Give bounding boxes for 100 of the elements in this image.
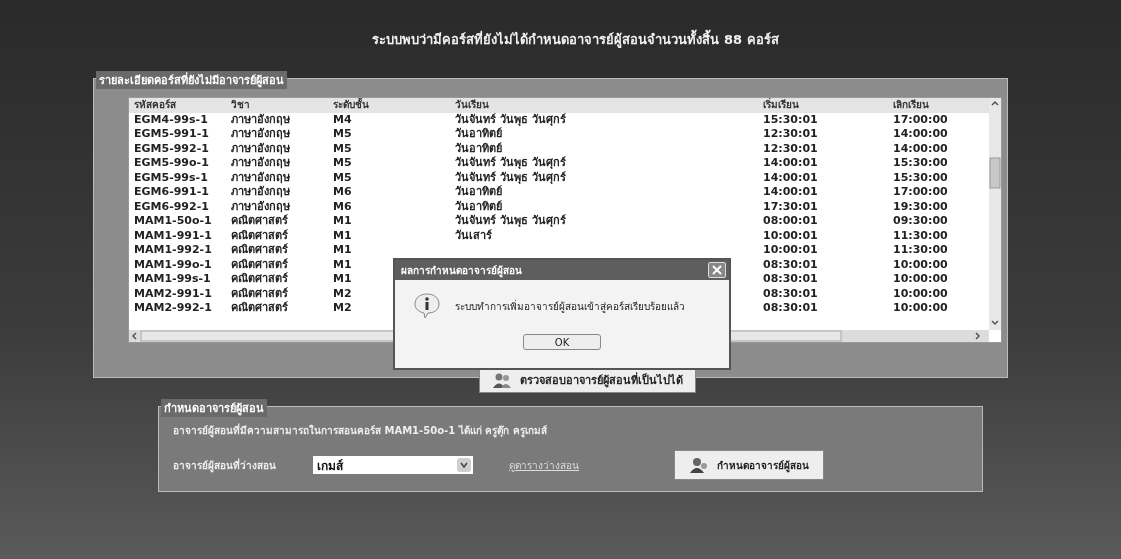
table-cell: MAM2-991-1: [134, 286, 212, 300]
table-cell: 08:30:01: [763, 286, 818, 300]
table-cell: 15:30:00: [893, 156, 948, 169]
table-cell: 17:30:01: [763, 199, 818, 213]
table-cell: MAM1-992-1: [134, 243, 212, 256]
table-cell: 14:00:01: [763, 185, 818, 198]
table-cell: MAM1-991-1: [134, 228, 212, 242]
table-cell: M1: [333, 243, 352, 256]
ok-button[interactable]: OK: [523, 334, 601, 350]
page-title: ระบบพบว่ามีคอร์สที่ยังไม่ได้กำหนดอาจารย์ผู้สอนจำนวนทั้งสิ้น 88 คอร์ส: [372, 28, 779, 50]
table-cell: M2: [333, 286, 352, 300]
people-icon: [689, 456, 709, 474]
table-cell: 17:00:00: [893, 112, 948, 126]
table-cell: คณิตศาสตร์: [231, 214, 288, 227]
table-cell: คณิตศาสตร์: [231, 243, 288, 256]
table-cell: EGM5-992-1: [134, 141, 209, 155]
table-cell: M5: [333, 127, 352, 140]
close-button[interactable]: [708, 262, 726, 278]
table-cell: EGM5-99o-1: [134, 156, 209, 169]
table-cell: 14:00:00: [893, 141, 948, 155]
table-cell: 10:00:00: [893, 286, 948, 300]
table-cell: ภาษาอังกฤษ: [231, 199, 290, 213]
table-cell: วันจันทร์ วันพุธ วันศุกร์: [455, 156, 566, 169]
table-cell: M5: [333, 170, 352, 184]
table-cell: ภาษาอังกฤษ: [231, 112, 290, 126]
table-cell: M1: [333, 272, 352, 285]
table-cell: ภาษาอังกฤษ: [231, 141, 290, 155]
table-cell: 19:30:00: [893, 199, 948, 213]
table-cell: คณิตศาสตร์: [231, 286, 288, 300]
table-cell: EGM6-992-1: [134, 199, 209, 213]
column-header[interactable]: เริ่มเรียน: [758, 98, 888, 113]
table-cell: วันอาทิตย์: [455, 141, 502, 155]
table-cell: 10:00:00: [893, 301, 948, 314]
table-cell: ภาษาอังกฤษ: [231, 156, 290, 169]
table-cell: 10:00:00: [893, 272, 948, 285]
table-cell: วันอาทิตย์: [455, 199, 502, 213]
table-cell: 15:30:01: [763, 112, 818, 126]
table-cell: 12:30:01: [763, 127, 818, 140]
table-cell: วันอาทิตย์: [455, 127, 502, 140]
table-cell: M2: [333, 301, 352, 314]
table-cell: คณิตศาสตร์: [231, 272, 288, 285]
column-header[interactable]: เลิกเรียน: [888, 98, 988, 113]
close-icon: [712, 265, 722, 275]
table-cell: MAM2-992-1: [134, 301, 212, 314]
table-cell: ภาษาอังกฤษ: [231, 185, 290, 198]
table-cell: M1: [333, 214, 352, 227]
table-cell: วันจันทร์ วันพุธ วันศุกร์: [455, 214, 566, 227]
table-cell: M6: [333, 199, 352, 213]
table-cell: 08:30:01: [763, 301, 818, 314]
table-cell: M1: [333, 228, 352, 242]
table-cell: วันเสาร์: [455, 228, 492, 242]
table-cell: คณิตศาสตร์: [231, 257, 288, 271]
table-cell: M1: [333, 257, 352, 271]
table-cell: MAM1-99s-1: [134, 272, 211, 285]
table-cell: 14:00:01: [763, 170, 818, 184]
table-cell: คณิตศาสตร์: [231, 301, 288, 314]
table-cell: EGM5-99s-1: [134, 170, 208, 184]
table-cell: ภาษาอังกฤษ: [231, 170, 290, 184]
dialog-message: ระบบทำการเพิ่มอาจารย์ผู้สอนเข้าสู่คอร์สเรียบร้อยแล้ว: [455, 298, 685, 314]
info-icon: [413, 292, 441, 320]
table-cell: EGM5-991-1: [134, 127, 209, 140]
table-cell: 14:00:01: [763, 156, 818, 169]
column-header[interactable]: วิชา: [226, 98, 328, 113]
group-title: กำหนดอาจารย์ผู้สอน: [161, 399, 267, 417]
dialog-title: ผลการกำหนดอาจารย์ผู้สอน: [401, 263, 522, 278]
table-cell: 17:00:00: [893, 185, 948, 198]
assign-teacher-button[interactable]: กำหนดอาจารย์ผู้สอน: [674, 450, 824, 480]
table-cell: MAM1-50o-1: [134, 214, 212, 227]
table-cell: 08:30:01: [763, 272, 818, 285]
table-cell: คณิตศาสตร์: [231, 228, 288, 242]
table-cell: M5: [333, 156, 352, 169]
table-cell: 10:00:01: [763, 243, 818, 256]
table-cell: วันอาทิตย์: [455, 185, 502, 198]
table-cell: 10:00:01: [763, 228, 818, 242]
table-cell: 12:30:01: [763, 141, 818, 155]
field-label: อาจารย์ผู้สอนที่ว่างสอน: [173, 457, 277, 473]
table-cell: 15:30:00: [893, 170, 948, 184]
table-cell: ภาษาอังกฤษ: [231, 127, 290, 140]
teacher-dropdown[interactable]: เกมส์: [313, 456, 473, 474]
table-cell: 14:00:00: [893, 127, 948, 140]
column-header[interactable]: ระดับชั้น: [328, 98, 450, 113]
table-cell: M5: [333, 141, 352, 155]
column-header[interactable]: รหัสคอร์ส: [129, 98, 226, 113]
table-cell: วันจันทร์ วันพุธ วันศุกร์: [455, 112, 566, 126]
table-cell: EGM6-991-1: [134, 185, 209, 198]
table-cell: 10:00:00: [893, 257, 948, 271]
info-text: อาจารย์ผู้สอนที่มีความสามารถในการสอนคอร์ส MAM1-50o-1 ได้แก่ ครูตุ๊ก ครูเกมส์: [173, 423, 548, 438]
table-cell: EGM4-99s-1: [134, 112, 208, 126]
column-header[interactable]: วันเรียน: [450, 98, 758, 113]
table-cell: 08:00:01: [763, 214, 818, 227]
table-cell: M4: [333, 112, 352, 126]
people-icon: [492, 371, 512, 389]
table-cell: M6: [333, 185, 352, 198]
table-cell: 11:30:00: [893, 243, 948, 256]
table-cell: 08:30:01: [763, 257, 818, 271]
table-cell: วันจันทร์ วันพุธ วันศุกร์: [455, 170, 566, 184]
table-cell: MAM1-99o-1: [134, 257, 212, 271]
table-cell: 09:30:00: [893, 214, 948, 227]
group-title: รายละเอียดคอร์สที่ยังไม่มีอาจารย์ผู้สอน: [96, 71, 287, 89]
table-cell: 11:30:00: [893, 228, 948, 242]
